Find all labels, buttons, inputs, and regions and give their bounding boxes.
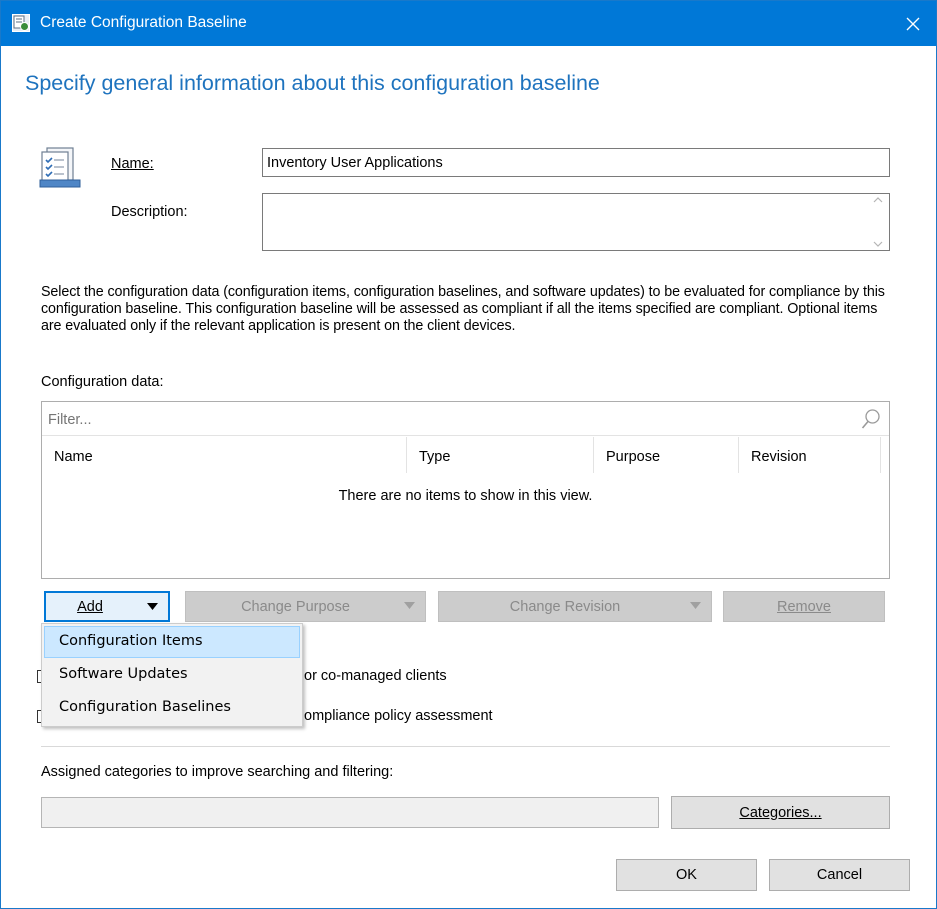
change-revision-button[interactable]: Change Revision	[438, 591, 712, 622]
chevron-down-icon	[147, 603, 158, 610]
configuration-data-list[interactable]: Name Type Purpose Revision There are no …	[41, 401, 890, 579]
instructions-text: Select the configuration data (configura…	[41, 284, 885, 334]
categories-field	[41, 797, 659, 828]
title-bar: Create Configuration Baseline	[1, 1, 936, 46]
filter-input[interactable]	[46, 411, 846, 429]
column-header-revision[interactable]: Revision	[739, 437, 881, 473]
search-icon[interactable]	[861, 408, 881, 430]
baseline-document-icon	[39, 147, 81, 188]
column-header-name[interactable]: Name	[42, 437, 407, 473]
description-scrollbar[interactable]	[869, 196, 887, 248]
chevron-down-icon	[690, 602, 701, 609]
remove-button-label: Remove	[777, 598, 831, 615]
change-purpose-button[interactable]: Change Purpose	[185, 591, 426, 622]
chevron-down-icon	[404, 602, 415, 609]
description-label: Description:	[111, 204, 188, 220]
add-dropdown-menu: Configuration Items Software Updates Con…	[41, 623, 303, 727]
menu-item-software-updates[interactable]: Software Updates	[44, 659, 300, 691]
name-input[interactable]	[262, 148, 890, 177]
categories-label: Assigned categories to improve searching…	[41, 764, 394, 780]
separator	[41, 746, 890, 747]
ok-button-label: OK	[676, 867, 697, 883]
add-dropdown-button[interactable]: Add	[44, 591, 170, 622]
scroll-down-icon[interactable]	[873, 240, 883, 248]
window-title: Create Configuration Baseline	[40, 14, 247, 31]
change-purpose-label: Change Purpose	[241, 598, 350, 615]
cancel-button[interactable]: Cancel	[769, 859, 910, 891]
description-textarea[interactable]	[262, 193, 890, 251]
compliance-policy-checkbox-label: ompliance policy assessment	[304, 708, 493, 724]
configuration-data-label: Configuration data:	[41, 374, 164, 390]
menu-item-configuration-baselines[interactable]: Configuration Baselines	[44, 692, 300, 724]
remove-button[interactable]: Remove	[723, 591, 885, 622]
empty-list-message: There are no items to show in this view.	[338, 488, 593, 504]
change-revision-label: Change Revision	[509, 598, 621, 615]
scroll-up-icon[interactable]	[873, 196, 883, 204]
dialog-window: Create Configuration Baseline Specify ge…	[0, 0, 937, 909]
categories-button-label: Categories...	[739, 804, 822, 821]
close-icon	[906, 17, 920, 30]
co-managed-checkbox-label: or co-managed clients	[304, 668, 447, 684]
name-label: Name:	[111, 156, 154, 172]
column-header-type[interactable]: Type	[407, 437, 594, 473]
ok-button[interactable]: OK	[616, 859, 757, 891]
add-button-label: Add	[77, 598, 103, 615]
name-label-text: Name:	[111, 156, 154, 172]
categories-button[interactable]: Categories...	[671, 796, 890, 829]
close-button[interactable]	[890, 1, 936, 46]
cancel-button-label: Cancel	[816, 867, 863, 883]
config-baseline-app-icon	[12, 14, 30, 32]
column-header-purpose[interactable]: Purpose	[594, 437, 739, 473]
menu-item-configuration-items[interactable]: Configuration Items	[44, 626, 300, 658]
page-heading: Specify general information about this c…	[25, 71, 600, 95]
filter-bar	[42, 402, 889, 436]
